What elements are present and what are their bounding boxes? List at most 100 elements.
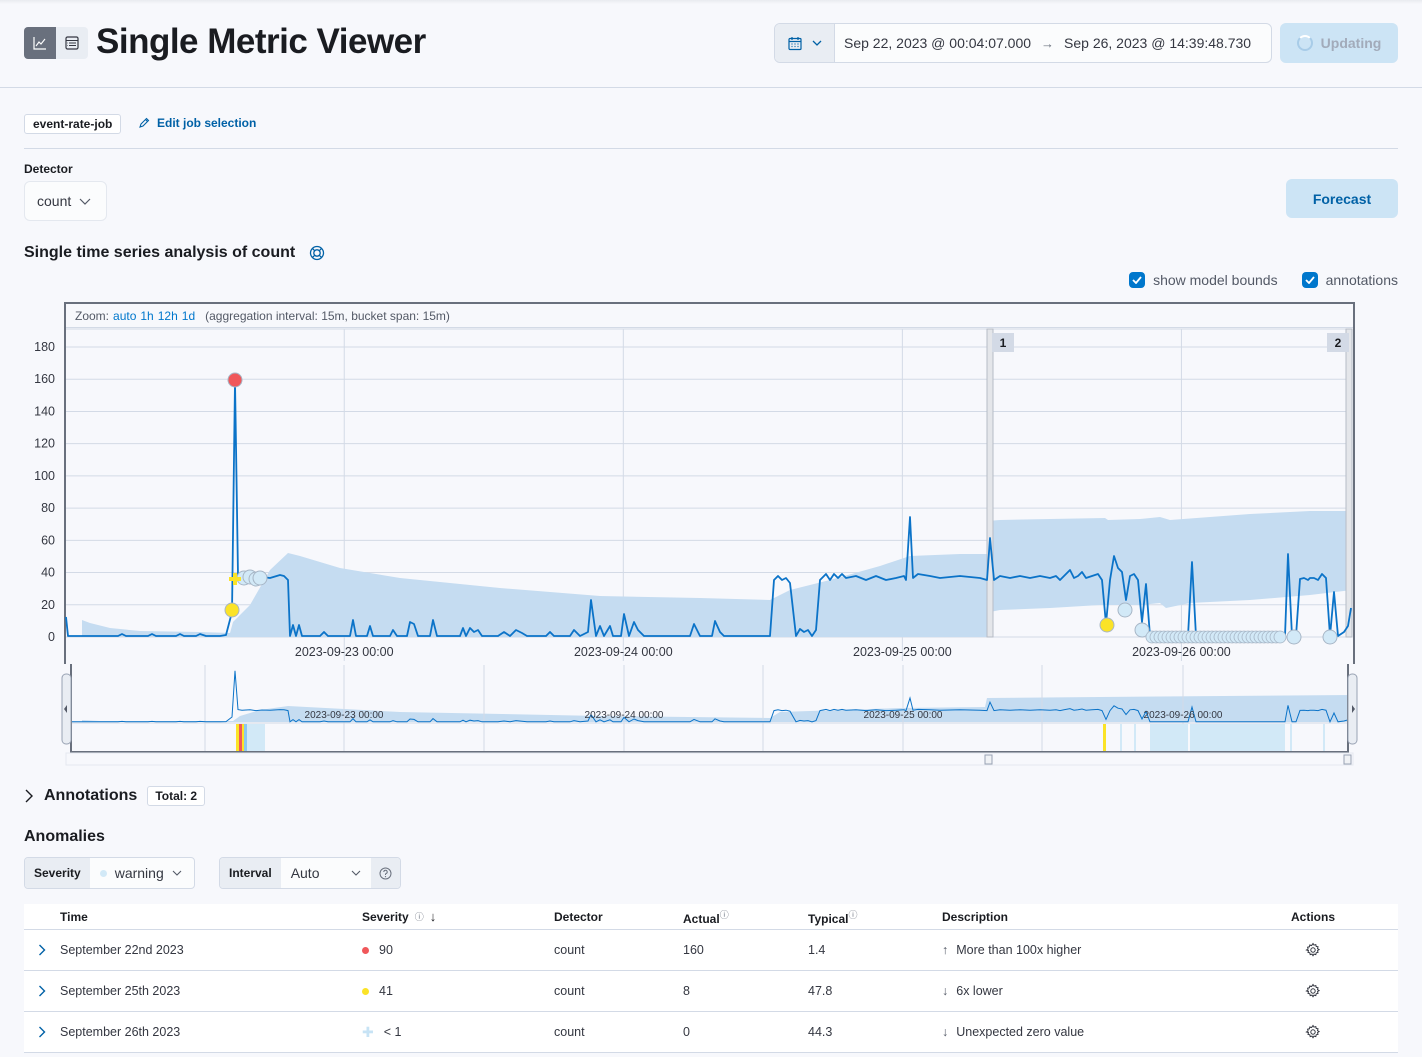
cell-severity: 90 — [362, 943, 554, 957]
cell-actual: 160 — [683, 943, 704, 957]
gear-icon — [1305, 983, 1321, 998]
severity-dot-icon — [362, 987, 369, 995]
time-series-chart[interactable]: 1 2 0 20 40 60 80 100 120 140 160 180 2023-09-23 0… — [0, 0, 1422, 780]
info-icon: ⓘ — [719, 909, 729, 920]
y-tick-label: 100 — [34, 469, 55, 483]
scroll-handle[interactable] — [1343, 754, 1352, 765]
swimlane-low — [1150, 724, 1188, 752]
expand-row-button[interactable] — [24, 985, 60, 997]
actions-button[interactable] — [1288, 1024, 1338, 1040]
chevron-right-icon — [39, 1026, 46, 1038]
cell-detector: count — [554, 943, 585, 957]
scroll-handle[interactable] — [984, 754, 993, 765]
anomaly-marker-low — [1322, 629, 1338, 645]
column-detector[interactable]: Detector — [554, 910, 683, 924]
severity-score: 90 — [379, 943, 393, 957]
column-severity-label: Severity — [362, 909, 409, 924]
table-row: September 25th 2023 41 count 8 47.8 ↓ 6x … — [24, 971, 1398, 1012]
severity-filter-label: Severity — [25, 858, 90, 888]
column-time[interactable]: Time — [60, 910, 362, 924]
x-tick-label: 2023-09-26 00:00 — [1132, 645, 1231, 659]
context-chart: 2023-09-23 00:00 2023-09-24 00:00 2023-09-… — [61, 664, 1358, 766]
interval-filter-value: Auto — [290, 865, 320, 881]
swimlane-warning — [236, 724, 239, 752]
swimlane-critical — [239, 724, 242, 752]
column-actual[interactable]: Actualⓘ — [683, 908, 808, 926]
info-icon: ⓘ — [848, 909, 858, 920]
annotation-label: 2 — [1335, 336, 1342, 350]
severity-filter-value: warning — [114, 865, 164, 881]
cell-actual: 8 — [683, 984, 690, 998]
interval-filter[interactable]: Interval Auto — [219, 857, 401, 889]
severity-dot-icon — [99, 869, 107, 877]
cell-description: ↓ 6x lower — [942, 984, 1288, 998]
cell-description: ↑ More than 100x higher — [942, 943, 1288, 957]
sort-descending-icon: ↓ — [429, 909, 437, 924]
anomalies-table: Time Severity ⓘ ↓ Detector Actualⓘ Typica… — [24, 904, 1398, 1053]
swimlane-low — [1290, 724, 1292, 752]
y-tick-label: 0 — [48, 630, 55, 644]
table-body: September 22nd 2023 90 count 160 1.4 ↑ Mo… — [24, 930, 1398, 1053]
severity-score: 41 — [379, 984, 393, 998]
chevron-right-icon — [39, 985, 46, 997]
table-row: September 22nd 2023 90 count 160 1.4 ↑ Mo… — [24, 930, 1398, 971]
arrow-down-icon: ↓ — [942, 984, 949, 998]
actions-button[interactable] — [1288, 942, 1338, 958]
swimlane-low — [1323, 724, 1325, 752]
cell-severity: 41 — [362, 984, 554, 998]
x-tick-label: 2023-09-25 00:00 — [853, 645, 952, 659]
anomaly-marker-low — [1273, 630, 1287, 644]
cell-typical: 47.8 — [808, 984, 833, 998]
x-axis: 2023-09-23 00:00 2023-09-24 00:00 2023-09-… — [295, 645, 1231, 659]
table-header: Time Severity ⓘ ↓ Detector Actualⓘ Typica… — [24, 904, 1398, 930]
anomaly-marker-low — [252, 570, 268, 586]
swimlane-low — [1120, 724, 1122, 752]
cell-detector: count — [554, 1025, 585, 1039]
annotation-range — [986, 328, 994, 638]
swimlane-low — [247, 724, 265, 752]
context-scrollbar[interactable] — [65, 752, 1354, 766]
expand-row-button[interactable] — [24, 944, 60, 956]
severity-filter[interactable]: Severity warning — [24, 857, 195, 889]
interval-filter-label: Interval — [220, 858, 281, 888]
chevron-right-icon — [25, 789, 33, 803]
annotation-label: 1 — [1000, 336, 1007, 350]
annotation-range — [1345, 328, 1353, 638]
y-tick-label: 80 — [41, 501, 55, 515]
annotations-total-badge: Total: 2 — [147, 786, 206, 806]
y-tick-label: 120 — [34, 437, 55, 451]
column-actions: Actions — [1290, 909, 1335, 924]
interval-help-button[interactable] — [370, 858, 400, 888]
column-severity[interactable]: Severity ⓘ ↓ — [362, 909, 554, 924]
arrow-up-icon: ↑ — [942, 943, 949, 957]
context-tick-label: 2023-09-24 00:00 — [585, 710, 664, 721]
chevron-down-icon — [351, 870, 361, 876]
severity-plus-icon: ✚ — [362, 1024, 374, 1040]
actions-button[interactable] — [1288, 983, 1338, 999]
anomalies-title: Anomalies — [24, 828, 105, 845]
question-circle-icon — [379, 867, 392, 879]
context-tick-label: 2023-09-26 00:00 — [1144, 710, 1223, 721]
x-tick-label: 2023-09-24 00:00 — [574, 645, 673, 659]
expand-row-button[interactable] — [24, 1026, 60, 1038]
gear-icon — [1305, 1024, 1321, 1039]
anomaly-marker-low — [1286, 629, 1302, 645]
model-bounds-band — [82, 511, 1352, 637]
cell-detector: count — [554, 984, 585, 998]
swimlane-low — [244, 724, 247, 752]
chevron-right-icon — [39, 944, 46, 956]
severity-dot-icon — [362, 946, 369, 954]
y-tick-label: 140 — [34, 404, 55, 418]
column-typical-label: Typical — [808, 911, 849, 926]
description-text: More than 100x higher — [956, 943, 1082, 957]
y-tick-label: 180 — [34, 340, 55, 354]
annotations-accordion[interactable]: Annotations Total: 2 — [24, 786, 206, 806]
column-description: Description — [942, 909, 1009, 924]
anomaly-marker-critical — [227, 372, 243, 388]
cell-time: September 22nd 2023 — [60, 943, 184, 957]
cell-time: September 25th 2023 — [60, 984, 181, 998]
swimlane-low — [1134, 724, 1136, 752]
anomaly-marker-low — [1117, 602, 1133, 618]
cell-typical: 44.3 — [808, 1025, 833, 1039]
column-typical[interactable]: Typicalⓘ — [808, 908, 942, 926]
